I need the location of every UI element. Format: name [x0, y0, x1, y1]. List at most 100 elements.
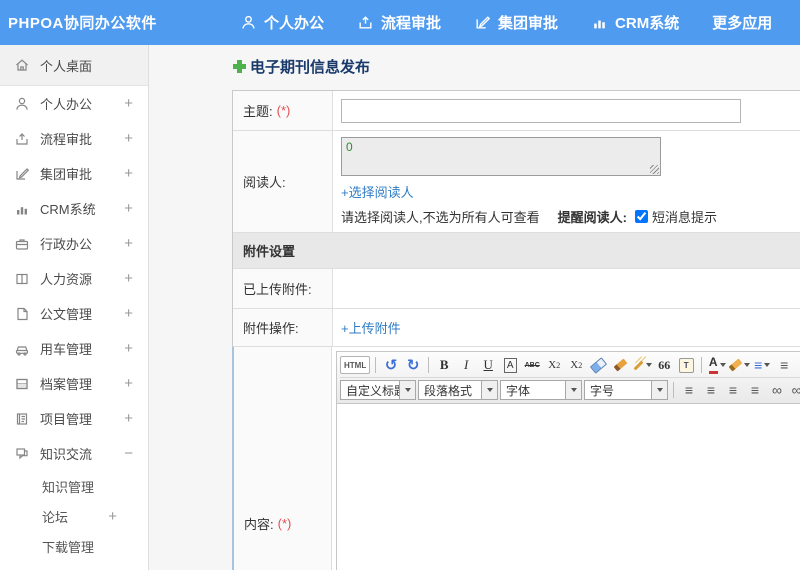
- nav-more-apps[interactable]: 更多应用: [712, 12, 772, 33]
- align-right-button[interactable]: ≡: [723, 380, 743, 400]
- expand-toggle[interactable]: +: [124, 376, 133, 391]
- workflow-icon: [14, 131, 30, 147]
- sms-notify-checkbox[interactable]: [634, 210, 648, 223]
- sidebar-subitem-download-management[interactable]: 下载管理: [0, 531, 148, 561]
- toolbar-separator: [375, 357, 377, 373]
- sidebar-item-knowledge-exchange[interactable]: 知识交流 −: [0, 436, 148, 471]
- readers-row: 阅读人: 0 +选择阅读人 请选择阅读人,不选为所有人可查看 提醒阅读人: 短消…: [233, 131, 800, 233]
- sidebar-subitem-knowledge-management[interactable]: 知识管理: [0, 471, 148, 501]
- readers-field-cell: 0 +选择阅读人 请选择阅读人,不选为所有人可查看 提醒阅读人: 短消息提示: [333, 131, 800, 232]
- nav-personal-office[interactable]: 个人办公: [240, 12, 324, 33]
- readers-label: 阅读人:: [243, 175, 286, 190]
- align-left-button[interactable]: ≡: [679, 380, 699, 400]
- nav-label: 更多应用: [712, 15, 773, 32]
- nav-workflow-approval[interactable]: 流程审批: [357, 12, 441, 33]
- sidebar-item-label: 行政办公: [40, 237, 93, 252]
- font-color-button[interactable]: A: [707, 355, 727, 375]
- chat-icon: [14, 446, 30, 462]
- sidebar-item-group-approval[interactable]: 集团审批 +: [0, 156, 148, 191]
- strikethrough-button[interactable]: ABC: [522, 355, 542, 375]
- font-family-select[interactable]: 字体: [500, 380, 582, 400]
- justify-button[interactable]: ≡: [745, 380, 765, 400]
- sidebar-item-label: 档案管理: [40, 377, 93, 392]
- sidebar-subitem-public-file-cabinet[interactable]: 公共文件柜: [0, 561, 148, 570]
- nav-label: 个人办公: [264, 15, 325, 32]
- sidebar-subitem-forum[interactable]: 论坛 +: [0, 501, 148, 531]
- underline-button[interactable]: U: [478, 355, 498, 375]
- sidebar-item-personal-desktop[interactable]: 个人桌面: [0, 45, 148, 86]
- nav-crm-system[interactable]: CRM系统: [591, 12, 679, 33]
- italic-button[interactable]: I: [456, 355, 476, 375]
- highlight-pen-icon[interactable]: [728, 355, 751, 375]
- sidebar-item-human-resources[interactable]: 人力资源 +: [0, 261, 148, 296]
- page-title: 电子期刊信息发布: [233, 56, 370, 77]
- paragraph-format-select[interactable]: 段落格式: [418, 380, 498, 400]
- toolbar-separator: [428, 357, 430, 373]
- nav-group-approval[interactable]: 集团审批: [474, 12, 558, 33]
- caret-down-icon: [399, 381, 415, 399]
- subscript-button[interactable]: X2: [566, 355, 586, 375]
- sidebar: 个人桌面 个人办公 + 流程审批 + 集团审批 + CRM系统 + 行政办公 +…: [0, 45, 149, 570]
- heading-select[interactable]: 自定义标题: [340, 380, 416, 400]
- expand-toggle[interactable]: +: [124, 96, 133, 111]
- blockquote-button[interactable]: 66: [654, 355, 674, 375]
- link-button[interactable]: ∞: [767, 380, 787, 400]
- unordered-list-button[interactable]: ≡: [774, 355, 794, 375]
- sidebar-item-project-management[interactable]: 项目管理 +: [0, 401, 148, 436]
- expand-toggle[interactable]: +: [124, 306, 133, 321]
- uploaded-label-cell: 已上传附件:: [233, 269, 333, 308]
- eraser-icon[interactable]: [588, 355, 608, 375]
- select-readers-link[interactable]: +选择阅读人: [341, 182, 414, 201]
- readers-hint: 请选择阅读人,不选为所有人可查看: [341, 210, 540, 225]
- bold-button[interactable]: B: [434, 355, 454, 375]
- expand-toggle[interactable]: +: [124, 131, 133, 146]
- readers-textarea[interactable]: 0: [341, 137, 661, 176]
- sidebar-item-crm-system[interactable]: CRM系统 +: [0, 191, 148, 226]
- brush-icon[interactable]: [610, 355, 630, 375]
- collapse-toggle[interactable]: −: [124, 446, 133, 461]
- operation-label-cell: 附件操作:: [233, 309, 333, 346]
- unlink-button[interactable]: ∞✗: [789, 380, 800, 400]
- sidebar-item-vehicle-management[interactable]: 用车管理 +: [0, 331, 148, 366]
- sidebar-submenu-knowledge: 知识管理 论坛 + 下载管理 公共文件柜: [0, 471, 148, 570]
- sidebar-item-workflow-approval[interactable]: 流程审批 +: [0, 121, 148, 156]
- bar-chart-icon: [591, 14, 608, 31]
- sidebar-item-personal-office[interactable]: 个人办公 +: [0, 86, 148, 121]
- edit-icon: [14, 166, 30, 182]
- paste-icon[interactable]: T: [676, 355, 696, 375]
- format-wand-icon[interactable]: [632, 355, 652, 375]
- subject-input[interactable]: [341, 98, 741, 123]
- document-icon: [14, 306, 30, 322]
- expand-toggle[interactable]: +: [124, 411, 133, 426]
- redo-icon[interactable]: ↻: [403, 355, 423, 375]
- font-select-label: 字体: [506, 383, 531, 398]
- heading-select-label: 自定义标题: [346, 383, 399, 398]
- subject-label: 主题:: [243, 104, 273, 119]
- undo-icon[interactable]: ↺: [381, 355, 401, 375]
- ordered-list-button[interactable]: ≡: [752, 355, 772, 375]
- expand-toggle[interactable]: +: [124, 166, 133, 181]
- expand-toggle[interactable]: +: [124, 201, 133, 216]
- expand-toggle[interactable]: +: [124, 236, 133, 251]
- align-center-button[interactable]: ≡: [701, 380, 721, 400]
- sub-mark: 2: [578, 360, 583, 370]
- sub-base: X: [570, 359, 579, 371]
- expand-toggle[interactable]: +: [108, 509, 117, 524]
- editor-content-area[interactable]: [336, 404, 800, 570]
- expand-toggle[interactable]: +: [124, 271, 133, 286]
- person-icon: [14, 96, 30, 112]
- rich-text-editor: HTML ↺ ↻ B I U A ABC X2 X2 66 T A ≡ ≡ 自定…: [336, 351, 800, 570]
- font-size-select[interactable]: 字号: [584, 380, 668, 400]
- toolbar-row-1: HTML ↺ ↻ B I U A ABC X2 X2 66 T A ≡ ≡: [340, 353, 800, 377]
- font-background-button[interactable]: A: [503, 357, 517, 373]
- expand-toggle[interactable]: +: [124, 341, 133, 356]
- sidebar-item-admin-office[interactable]: 行政办公 +: [0, 226, 148, 261]
- editor-toolbar: HTML ↺ ↻ B I U A ABC X2 X2 66 T A ≡ ≡ 自定…: [336, 351, 800, 404]
- sidebar-item-archive-management[interactable]: 档案管理 +: [0, 366, 148, 401]
- caret-down-icon: [719, 363, 726, 367]
- upload-attachment-link[interactable]: +上传附件: [341, 318, 401, 337]
- sidebar-item-document-management[interactable]: 公文管理 +: [0, 296, 148, 331]
- html-source-button[interactable]: HTML: [340, 356, 371, 374]
- superscript-button[interactable]: X2: [544, 355, 564, 375]
- edit-icon: [474, 14, 491, 31]
